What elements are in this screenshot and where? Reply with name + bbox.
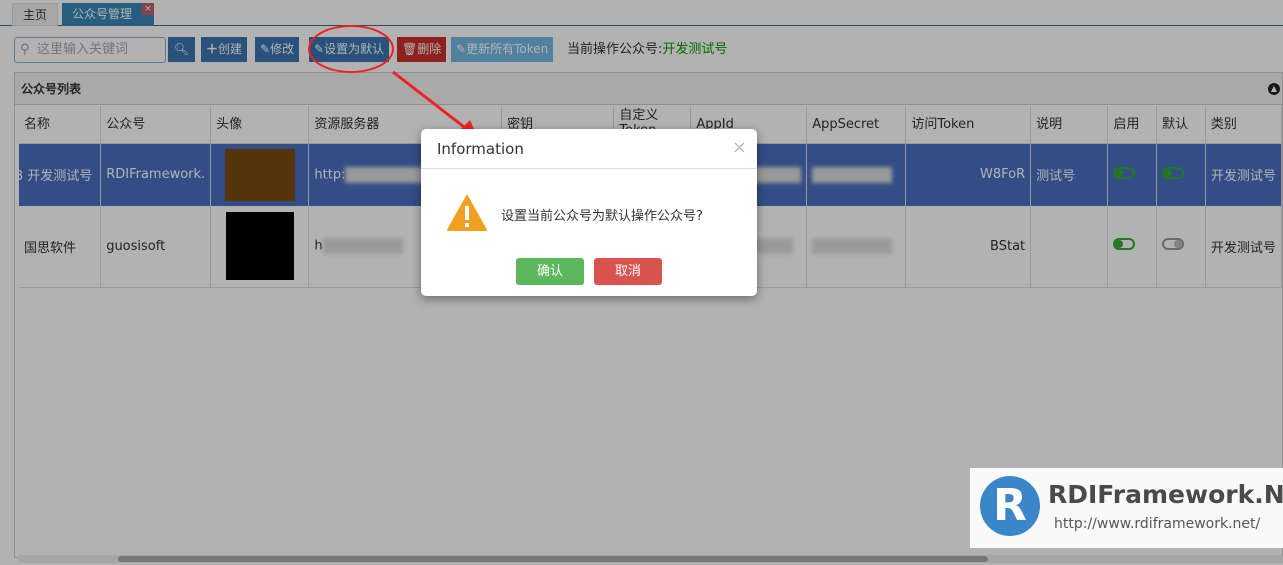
- brand-url: http://www.rdiframework.net/: [1054, 516, 1261, 532]
- brand-name: RDIFramework.NET: [1048, 480, 1283, 509]
- warning-icon: [447, 195, 487, 231]
- cancel-button[interactable]: 取消: [594, 258, 662, 285]
- brand-logo: R: [980, 476, 1040, 536]
- confirm-dialog: Information × 设置当前公众号为默认操作公众号? 确认 取消: [421, 129, 757, 296]
- dialog-message: 设置当前公众号为默认操作公众号?: [501, 209, 703, 224]
- confirm-button[interactable]: 确认: [516, 258, 584, 285]
- close-icon[interactable]: ×: [732, 137, 747, 158]
- dialog-title: Information: [421, 129, 757, 169]
- watermark: R RDIFramework.NET http://www.rdiframewo…: [970, 468, 1283, 548]
